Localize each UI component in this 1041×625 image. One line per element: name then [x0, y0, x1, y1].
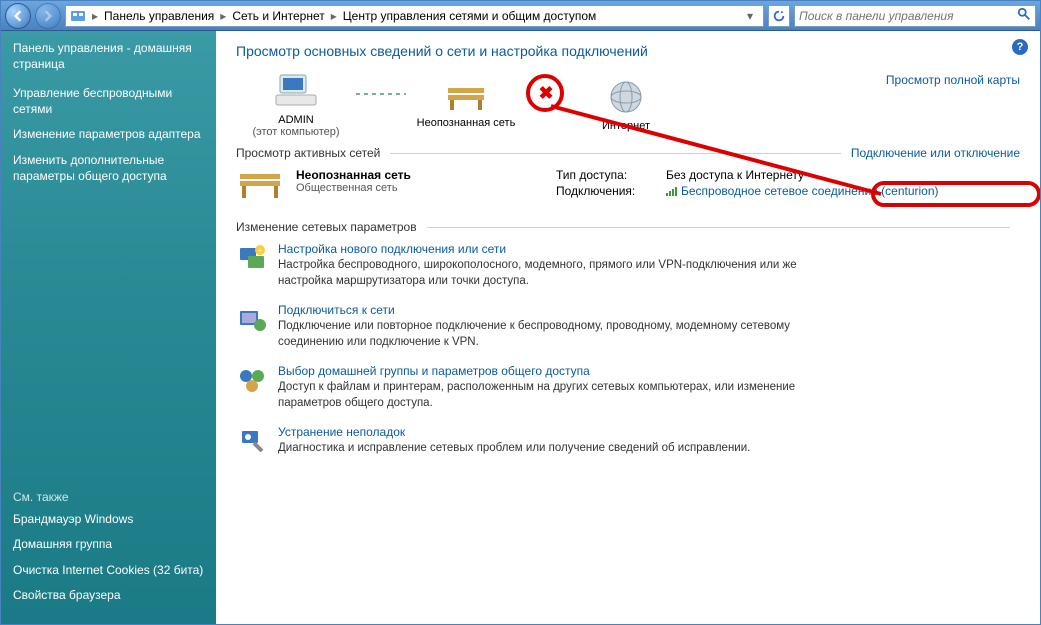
- chevron-right-icon: ▸: [329, 9, 339, 23]
- help-icon[interactable]: ?: [1012, 39, 1028, 55]
- subheader-label: Просмотр активных сетей: [236, 146, 380, 160]
- nav-forward-button[interactable]: [35, 3, 61, 29]
- network-type-link[interactable]: Общественная сеть: [296, 182, 556, 194]
- active-network-item: Неопознанная сеть Общественная сеть Тип …: [236, 168, 1020, 202]
- sidebar-link-wireless[interactable]: Управление беспроводными сетями: [13, 86, 204, 117]
- computer-icon: [274, 73, 318, 109]
- sidebar-seealso-cookies[interactable]: Очистка Internet Cookies (32 бита): [13, 563, 204, 579]
- content-pane: ? Просмотр основных сведений о сети и на…: [216, 31, 1040, 624]
- network-map: ADMIN (этот компьютер) Неопознанная сеть…: [236, 73, 1020, 138]
- connection-link[interactable]: Беспроводное сетевое соединение (centuri…: [666, 184, 939, 198]
- setting-desc: Доступ к файлам и принтерам, расположенн…: [278, 380, 808, 411]
- access-type-value: Без доступа к Интернету: [666, 168, 804, 182]
- network-node-this-pc[interactable]: ADMIN (этот компьютер): [236, 73, 356, 138]
- setting-title[interactable]: Устранение неполадок: [278, 425, 750, 439]
- troubleshoot-icon: [236, 425, 268, 457]
- sidebar-seealso-browser[interactable]: Свойства браузера: [13, 588, 204, 604]
- access-type-label: Тип доступа:: [556, 168, 666, 182]
- sidebar-link-sharing[interactable]: Изменить дополнительные параметры общего…: [13, 153, 204, 184]
- search-icon[interactable]: [1017, 7, 1031, 24]
- sidebar-home-link[interactable]: Панель управления - домашняя страница: [13, 41, 204, 72]
- chevron-right-icon: ▸: [90, 9, 100, 23]
- connection-line: [356, 93, 406, 95]
- page-title: Просмотр основных сведений о сети и наст…: [236, 43, 1020, 59]
- search-box[interactable]: [794, 5, 1036, 27]
- sidebar-seealso-homegroup[interactable]: Домашняя группа: [13, 537, 204, 553]
- sidebar-link-adapter[interactable]: Изменение параметров адаптера: [13, 127, 204, 143]
- homegroup-icon: [236, 364, 268, 396]
- view-full-map-link[interactable]: Просмотр полной карты: [886, 73, 1020, 87]
- settings-list: + Настройка нового подключения или сети …: [236, 242, 1020, 457]
- network-node-internet[interactable]: Интернет: [566, 79, 686, 132]
- signal-bars-icon: [666, 186, 677, 196]
- network-name: Неопознанная сеть: [296, 168, 556, 182]
- setting-title[interactable]: Выбор домашней группы и параметров общег…: [278, 364, 808, 378]
- node-label: Интернет: [566, 120, 686, 132]
- breadcrumb-item[interactable]: Панель управления: [100, 9, 218, 23]
- refresh-button[interactable]: [768, 5, 790, 27]
- chevron-right-icon: ▸: [218, 9, 228, 23]
- control-panel-icon: [70, 8, 86, 24]
- setting-item-troubleshoot[interactable]: Устранение неполадок Диагностика и испра…: [236, 425, 1020, 457]
- new-connection-icon: +: [236, 242, 268, 274]
- svg-text:+: +: [258, 246, 263, 255]
- setting-item-connect-network[interactable]: Подключиться к сети Подключение или повт…: [236, 303, 1020, 350]
- breadcrumb-dropdown-button[interactable]: ▾: [741, 9, 759, 23]
- node-label: ADMIN: [236, 114, 356, 126]
- bench-icon: [236, 168, 284, 202]
- setting-item-new-connection[interactable]: + Настройка нового подключения или сети …: [236, 242, 1020, 289]
- sidebar-seealso-firewall[interactable]: Брандмауэр Windows: [13, 512, 204, 528]
- bench-icon: [442, 82, 490, 112]
- title-bar: ▸ Панель управления ▸ Сеть и Интернет ▸ …: [1, 1, 1040, 31]
- breadcrumb-item[interactable]: Сеть и Интернет: [228, 9, 328, 23]
- node-sublabel: (этот компьютер): [236, 126, 356, 138]
- setting-desc: Подключение или повторное подключение к …: [278, 319, 808, 350]
- search-input[interactable]: [799, 9, 1017, 23]
- network-settings-header: Изменение сетевых параметров: [236, 220, 1020, 234]
- breadcrumb-bar[interactable]: ▸ Панель управления ▸ Сеть и Интернет ▸ …: [65, 5, 764, 27]
- setting-title[interactable]: Подключиться к сети: [278, 303, 808, 317]
- network-node-unknown[interactable]: Неопознанная сеть: [406, 82, 526, 129]
- sidebar: Панель управления - домашняя страница Уп…: [1, 31, 216, 624]
- see-also-header: См. также: [13, 490, 204, 504]
- breadcrumb-item[interactable]: Центр управления сетями и общим доступом: [339, 9, 601, 23]
- setting-item-homegroup[interactable]: Выбор домашней группы и параметров общег…: [236, 364, 1020, 411]
- x-mark-icon: ✖: [537, 85, 555, 103]
- connection-name: Беспроводное сетевое соединение (centuri…: [681, 184, 939, 198]
- active-networks-header: Просмотр активных сетей Подключение или …: [236, 146, 1020, 160]
- connections-label: Подключения:: [556, 184, 666, 198]
- nav-back-button[interactable]: [5, 3, 31, 29]
- connect-disconnect-link[interactable]: Подключение или отключение: [851, 146, 1020, 160]
- setting-title[interactable]: Настройка нового подключения или сети: [278, 242, 808, 256]
- globe-icon: [608, 79, 644, 115]
- node-label: Неопознанная сеть: [406, 117, 526, 129]
- setting-desc: Настройка беспроводного, широкополосного…: [278, 258, 808, 289]
- subheader-label: Изменение сетевых параметров: [236, 220, 417, 234]
- setting-desc: Диагностика и исправление сетевых пробле…: [278, 441, 750, 457]
- connect-network-icon: [236, 303, 268, 335]
